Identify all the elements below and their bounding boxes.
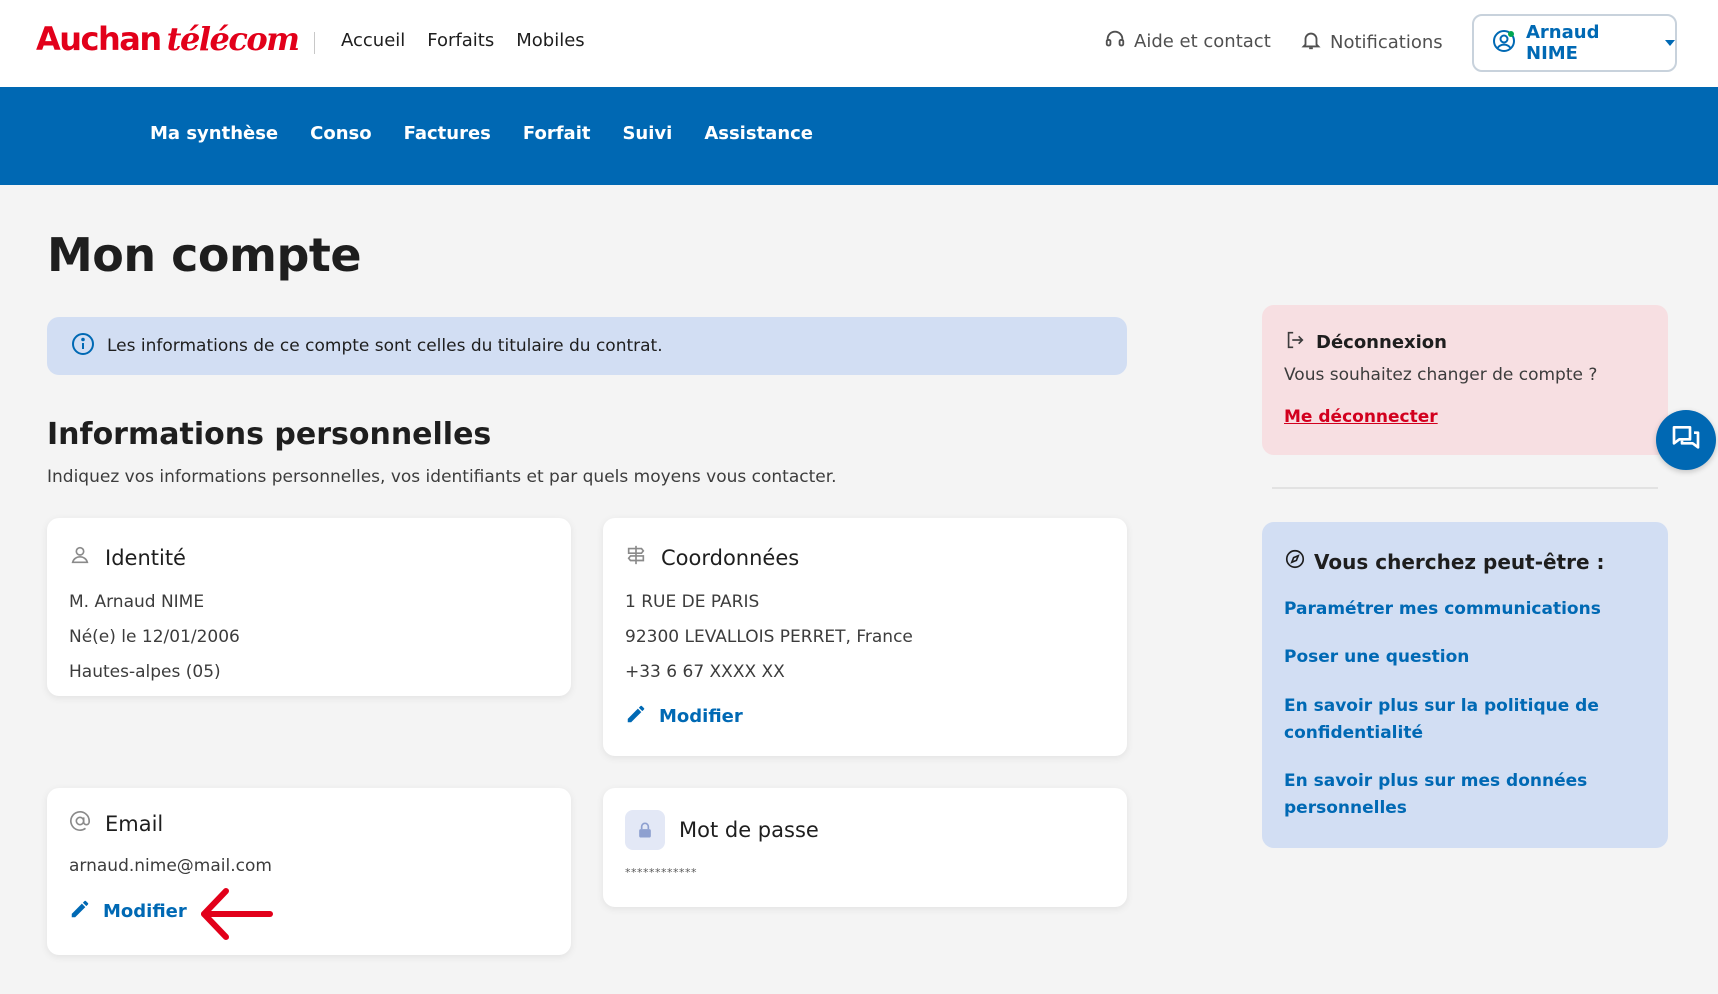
user-circle-icon — [1492, 29, 1516, 58]
subnav-suivi[interactable]: Suivi — [622, 123, 672, 144]
info-banner-text: Les informations de ce compte sont celle… — [107, 336, 663, 356]
account-menu-button[interactable]: Arnaud NIME — [1472, 14, 1677, 72]
pencil-icon — [69, 898, 91, 925]
info-icon — [71, 332, 95, 361]
chat-icon — [1670, 422, 1702, 458]
email-title: Email — [105, 811, 164, 836]
account-subnav: Ma synthèse Conso Factures Forfait Suivi… — [0, 87, 1718, 185]
logout-question: Vous souhaitez changer de compte ? — [1284, 365, 1598, 385]
header-divider — [314, 32, 315, 54]
password-card: Mot de passe ************ — [603, 788, 1127, 907]
section-title: Informations personnelles — [47, 417, 492, 452]
logout-card: Déconnexion Vous souhaitez changer de co… — [1262, 305, 1668, 455]
identity-card: Identité M. Arnaud NIME Né(e) le 12/01/2… — [47, 518, 571, 696]
address-city: 92300 LEVALLOIS PERRET, France — [625, 627, 913, 647]
suggestion-link-communications[interactable]: Paramétrer mes communications — [1284, 596, 1624, 623]
contact-details-header: Coordonnées — [625, 544, 799, 571]
suggestion-link-question[interactable]: Poser une question — [1284, 644, 1624, 671]
help-contact-link[interactable]: Aide et contact — [1104, 28, 1271, 55]
signpost-icon — [625, 544, 647, 571]
logout-icon — [1284, 329, 1306, 356]
modify-email-label: Modifier — [103, 901, 187, 922]
contact-details-title: Coordonnées — [661, 545, 800, 570]
nav-accueil[interactable]: Accueil — [341, 30, 405, 51]
suggestions-header: Vous cherchez peut-être : — [1284, 548, 1605, 575]
subnav-factures[interactable]: Factures — [404, 123, 491, 144]
logo-brand: Auchan — [36, 20, 162, 58]
modify-contact-label: Modifier — [659, 706, 743, 727]
identity-birthdate: Né(e) le 12/01/2006 — [69, 627, 240, 647]
notifications-link[interactable]: Notifications — [1300, 28, 1443, 57]
address-street: 1 RUE DE PARIS — [625, 592, 760, 612]
logout-title: Déconnexion — [1316, 332, 1447, 353]
subnav-ma-synthese[interactable]: Ma synthèse — [150, 123, 278, 144]
section-subtitle: Indiquez vos informations personnelles, … — [47, 467, 837, 487]
phone-number: +33 6 67 XXXX XX — [625, 662, 785, 682]
email-value: arnaud.nime@mail.com — [69, 856, 272, 876]
logo-sub: télécom — [166, 20, 300, 58]
notifications-label: Notifications — [1330, 32, 1443, 53]
password-header: Mot de passe — [625, 810, 819, 850]
subnav-forfait[interactable]: Forfait — [523, 123, 591, 144]
account-label: Arnaud NIME — [1526, 22, 1600, 64]
password-title: Mot de passe — [679, 818, 819, 842]
top-nav: Accueil Forfaits Mobiles — [341, 30, 585, 51]
identity-name: M. Arnaud NIME — [69, 592, 205, 612]
page-title: Mon compte — [47, 228, 362, 282]
email-header: Email — [69, 810, 163, 837]
identity-department: Hautes-alpes (05) — [69, 662, 221, 682]
logout-link[interactable]: Me déconnecter — [1284, 407, 1438, 427]
modify-contact-button[interactable]: Modifier — [625, 703, 743, 730]
annotation-arrow-icon — [201, 888, 273, 940]
nav-mobiles[interactable]: Mobiles — [516, 30, 584, 51]
info-banner: Les informations de ce compte sont celle… — [47, 317, 1127, 375]
nav-forfaits[interactable]: Forfaits — [427, 30, 494, 51]
compass-icon — [1284, 548, 1306, 575]
bell-icon — [1300, 28, 1322, 57]
subnav-assistance[interactable]: Assistance — [704, 123, 813, 144]
subnav-conso[interactable]: Conso — [310, 123, 371, 144]
modify-email-button[interactable]: Modifier — [69, 898, 187, 925]
suggestion-link-personal-data[interactable]: En savoir plus sur mes données personnel… — [1284, 768, 1624, 822]
logout-header: Déconnexion — [1284, 329, 1447, 356]
password-masked: ************ — [625, 866, 697, 879]
sidebar-divider — [1272, 487, 1658, 489]
suggestions-title: Vous cherchez peut-être : — [1314, 549, 1605, 574]
identity-header: Identité — [69, 544, 186, 571]
auchan-telecom-logo[interactable]: Auchan télécom — [36, 20, 300, 60]
suggestion-link-privacy-policy[interactable]: En savoir plus sur la politique de confi… — [1284, 693, 1624, 747]
chat-button[interactable] — [1656, 410, 1716, 470]
identity-title: Identité — [105, 545, 186, 570]
contact-details-card: Coordonnées 1 RUE DE PARIS 92300 LEVALLO… — [603, 518, 1127, 756]
help-label: Aide et contact — [1134, 31, 1271, 52]
at-sign-icon — [69, 810, 91, 837]
lock-icon — [625, 810, 665, 850]
chevron-down-icon — [1665, 40, 1675, 46]
top-header: Auchan télécom Accueil Forfaits Mobiles … — [0, 0, 1718, 87]
pencil-icon — [625, 703, 647, 730]
person-icon — [69, 544, 91, 571]
email-card: Email arnaud.nime@mail.com Modifier — [47, 788, 571, 955]
headset-icon — [1104, 28, 1126, 55]
suggestions-card: Vous cherchez peut-être : Paramétrer mes… — [1262, 522, 1668, 848]
